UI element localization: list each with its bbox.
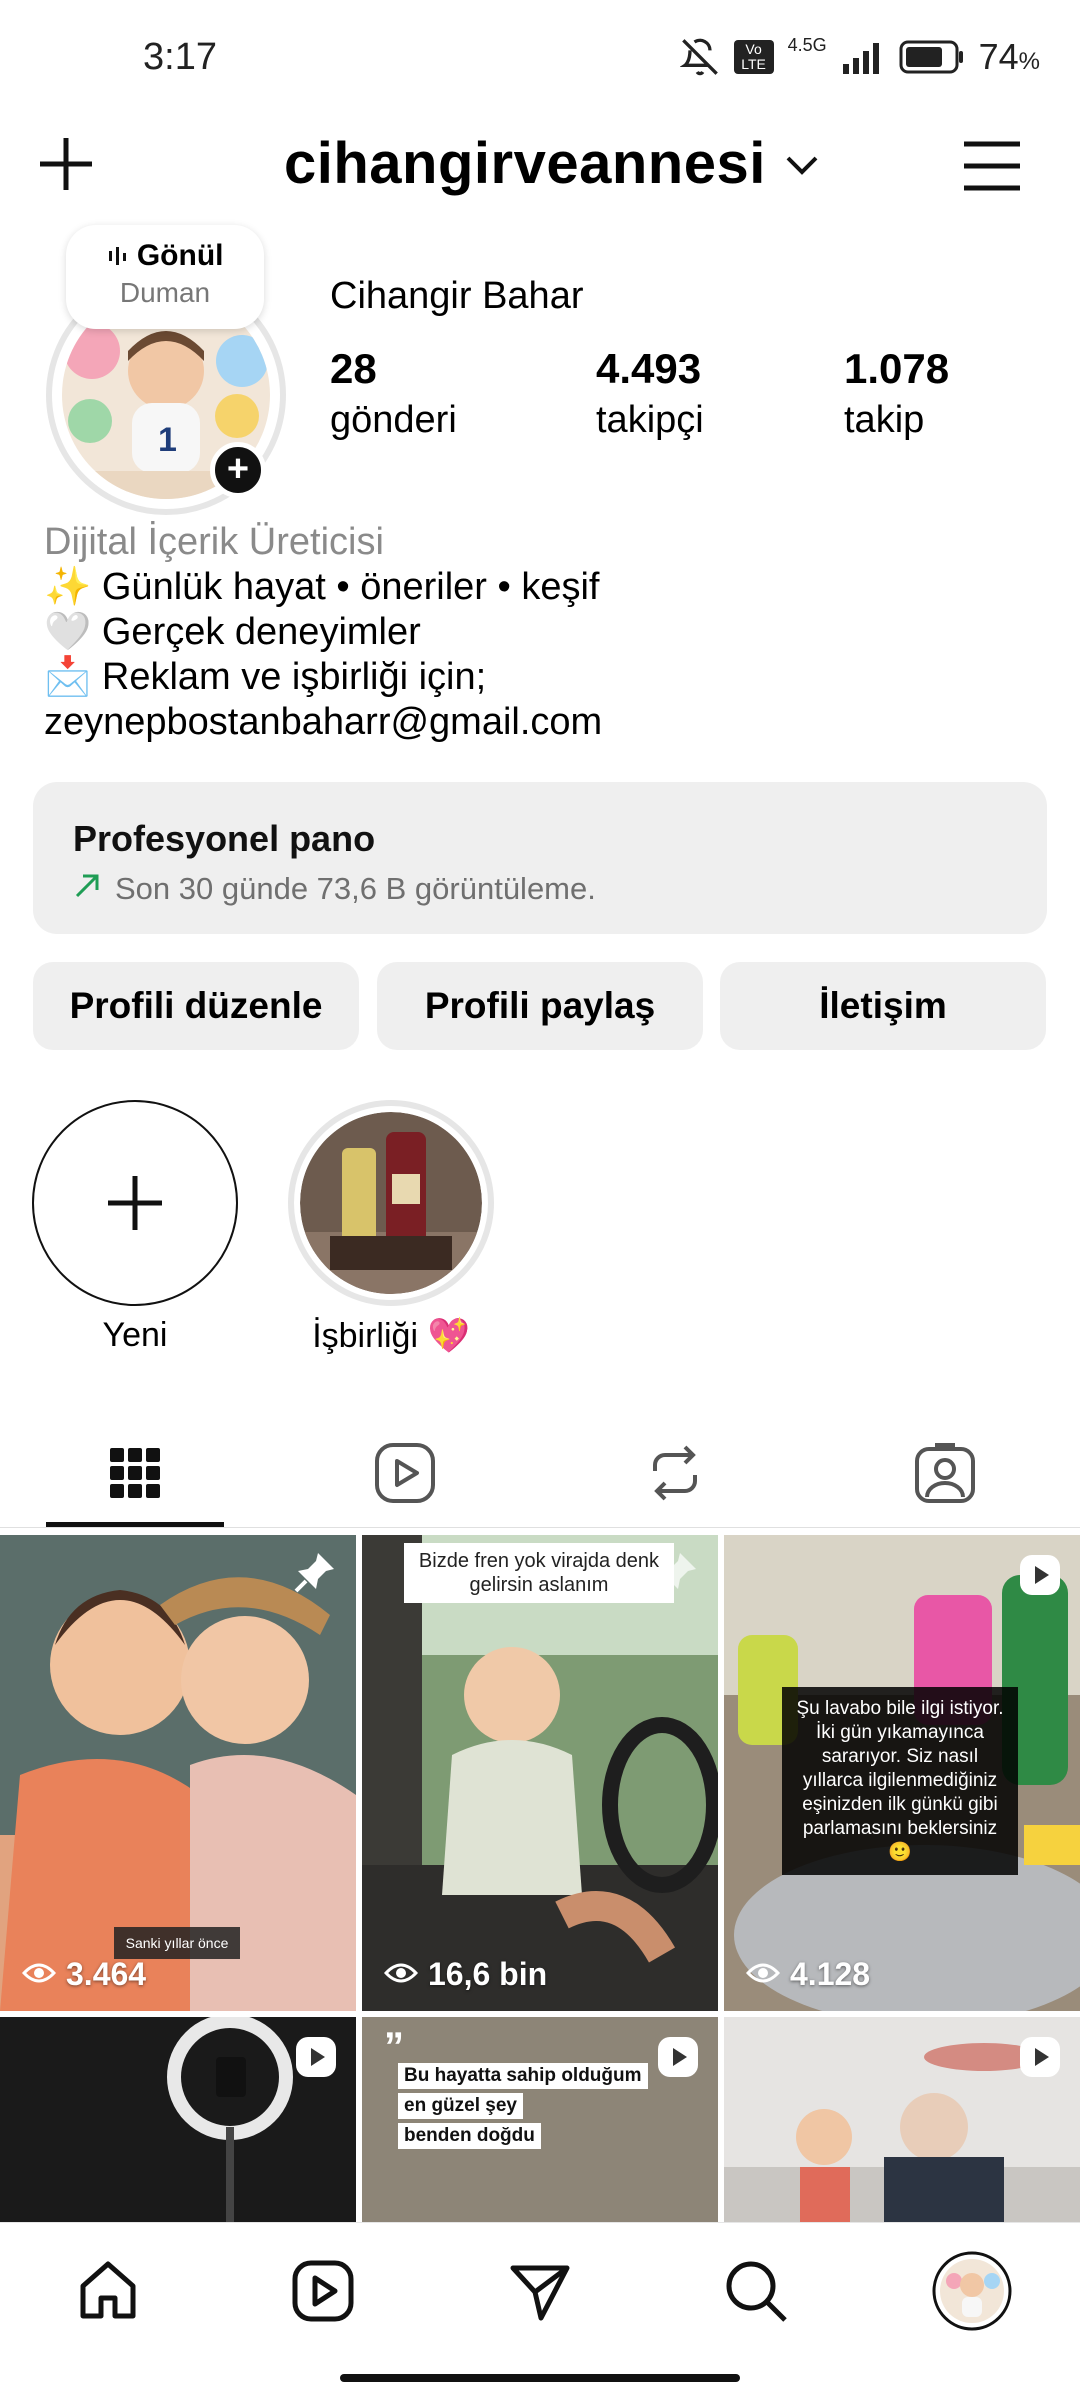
highlight-isbirligi[interactable]: İşbirliği 💖 <box>286 1100 496 1356</box>
grid-icon <box>108 1446 162 1505</box>
music-bars-icon <box>107 239 137 272</box>
pin-icon <box>292 1549 338 1600</box>
plus-icon <box>108 1176 162 1230</box>
repost-icon <box>643 1441 707 1510</box>
profile-avatar-icon <box>932 2251 1012 2336</box>
post-views: 3.464 <box>21 1956 146 1993</box>
network-label: 4.5G <box>787 34 827 55</box>
tab-tagged[interactable] <box>860 1420 1030 1530</box>
reels-icon <box>373 1441 437 1510</box>
posts-label: gönderi <box>330 399 457 441</box>
status-time: 3:17 <box>143 36 217 78</box>
reel-icon <box>1018 2035 1062 2084</box>
send-icon <box>507 2258 573 2329</box>
post-caption: Sanki yıllar önce <box>126 1935 229 1951</box>
highlight-label: Yeni <box>102 1316 168 1354</box>
post-tile[interactable]: Şu lavabo bile ilgi istiyor. İki gün yık… <box>724 1535 1080 2011</box>
trend-up-arrow-icon <box>73 870 103 908</box>
home-icon <box>75 2258 141 2329</box>
battery-icon <box>899 39 965 75</box>
posts-stat[interactable]: 28 gönderi <box>330 345 457 442</box>
highlight-label: İşbirliği 💖 <box>312 1317 470 1355</box>
battery-percent: 74% <box>978 36 1040 77</box>
pin-icon <box>654 1549 700 1600</box>
eye-icon <box>745 1956 781 1993</box>
note-title: Gönül <box>66 239 264 273</box>
post-tile[interactable]: Sanki yıllar önce 3.464 <box>0 1535 356 2011</box>
contact-button[interactable]: İletişim <box>720 962 1046 1050</box>
reel-icon <box>294 2035 338 2084</box>
dashboard-subtitle-row: Son 30 günde 73,6 B görüntüleme. <box>73 870 1007 908</box>
menu-icon[interactable] <box>962 138 1022 199</box>
following-label: takip <box>844 399 925 441</box>
dashboard-title: Profesyonel pano <box>73 818 376 859</box>
mute-icon <box>679 37 720 77</box>
tab-grid[interactable] <box>50 1420 220 1530</box>
following-count: 1.078 <box>844 345 950 392</box>
eye-icon <box>383 1956 419 1993</box>
post-caption: Bizde fren yok virajda denk gelirsin asl… <box>404 1543 674 1603</box>
nav-profile[interactable] <box>932 2251 1012 2336</box>
account-username[interactable]: cihangirveannesi <box>284 130 766 197</box>
profile-bio: Dijital İçerik Üreticisi ✨ Günlük hayat … <box>44 520 1044 745</box>
post-views: 16,6 bin <box>383 1956 547 1993</box>
tab-reels[interactable] <box>320 1420 490 1530</box>
reel-icon <box>1018 1553 1062 1602</box>
search-icon <box>723 2258 789 2329</box>
new-highlight-circle <box>32 1100 238 1306</box>
eye-icon <box>21 1956 57 1993</box>
status-bar: 3:17 Vo LTE 4.5G 74% <box>0 0 1080 110</box>
edit-profile-button[interactable]: Profili düzenle <box>33 962 359 1050</box>
bio-line: ✨ Günlük hayat • öneriler • keşif <box>44 566 600 608</box>
share-profile-button[interactable]: Profili paylaş <box>377 962 703 1050</box>
volte-icon: Vo LTE <box>733 40 774 74</box>
post-caption: Bu hayatta sahip olduğum en güzel şey be… <box>398 2063 648 2149</box>
profile-header: cihangirveannesi <box>0 120 1080 220</box>
reel-icon <box>656 2035 700 2084</box>
status-icons: Vo LTE 4.5G 74% <box>679 34 1040 78</box>
profile-tabs <box>0 1420 1080 1530</box>
followers-stat[interactable]: 4.493 takipçi <box>596 345 704 442</box>
nav-search[interactable] <box>716 2253 796 2333</box>
tab-reposts[interactable] <box>590 1420 760 1530</box>
create-plus-icon[interactable] <box>34 132 98 201</box>
profile-full-name: Cihangir Bahar <box>330 275 584 317</box>
add-story-plus-icon[interactable]: + <box>210 442 266 498</box>
post-views: 4.128 <box>745 1956 870 1993</box>
reels-icon <box>290 2258 356 2329</box>
gesture-home-bar[interactable] <box>340 2374 740 2382</box>
svg-text:1: 1 <box>158 421 177 459</box>
post-tile[interactable]: Bizde fren yok virajda denk gelirsin asl… <box>362 1535 718 2011</box>
bio-category: Dijital İçerik Üreticisi <box>44 521 384 563</box>
post-caption: Şu lavabo bile ilgi istiyor. İki gün yık… <box>782 1687 1018 1875</box>
posts-count: 28 <box>330 345 377 392</box>
professional-dashboard-card[interactable]: Profesyonel pano Son 30 günde 73,6 B gör… <box>33 782 1047 934</box>
chevron-down-icon[interactable] <box>784 154 820 183</box>
bio-line: 📩 Reklam ve işbirliği için; <box>44 656 487 698</box>
dashboard-subtitle: Son 30 günde 73,6 B görüntüleme. <box>115 871 596 906</box>
bio-line: 🤍 Gerçek deneyimler <box>44 611 421 653</box>
followers-label: takipçi <box>596 399 704 441</box>
highlight-cover <box>288 1100 494 1306</box>
signal-icon <box>841 40 885 74</box>
nav-messages[interactable] <box>500 2253 580 2333</box>
bio-email[interactable]: zeynepbostanbaharr@gmail.com <box>44 700 1044 745</box>
highlight-new[interactable]: Yeni <box>30 1100 240 1355</box>
nav-reels[interactable] <box>283 2253 363 2333</box>
note-subtitle: Duman <box>119 277 211 308</box>
following-stat[interactable]: 1.078 takip <box>844 345 949 442</box>
note-bubble[interactable]: Gönül Duman <box>66 225 264 329</box>
tab-divider <box>0 1527 1080 1528</box>
nav-home[interactable] <box>68 2253 148 2333</box>
tagged-person-icon <box>913 1441 977 1510</box>
followers-count: 4.493 <box>596 345 702 392</box>
